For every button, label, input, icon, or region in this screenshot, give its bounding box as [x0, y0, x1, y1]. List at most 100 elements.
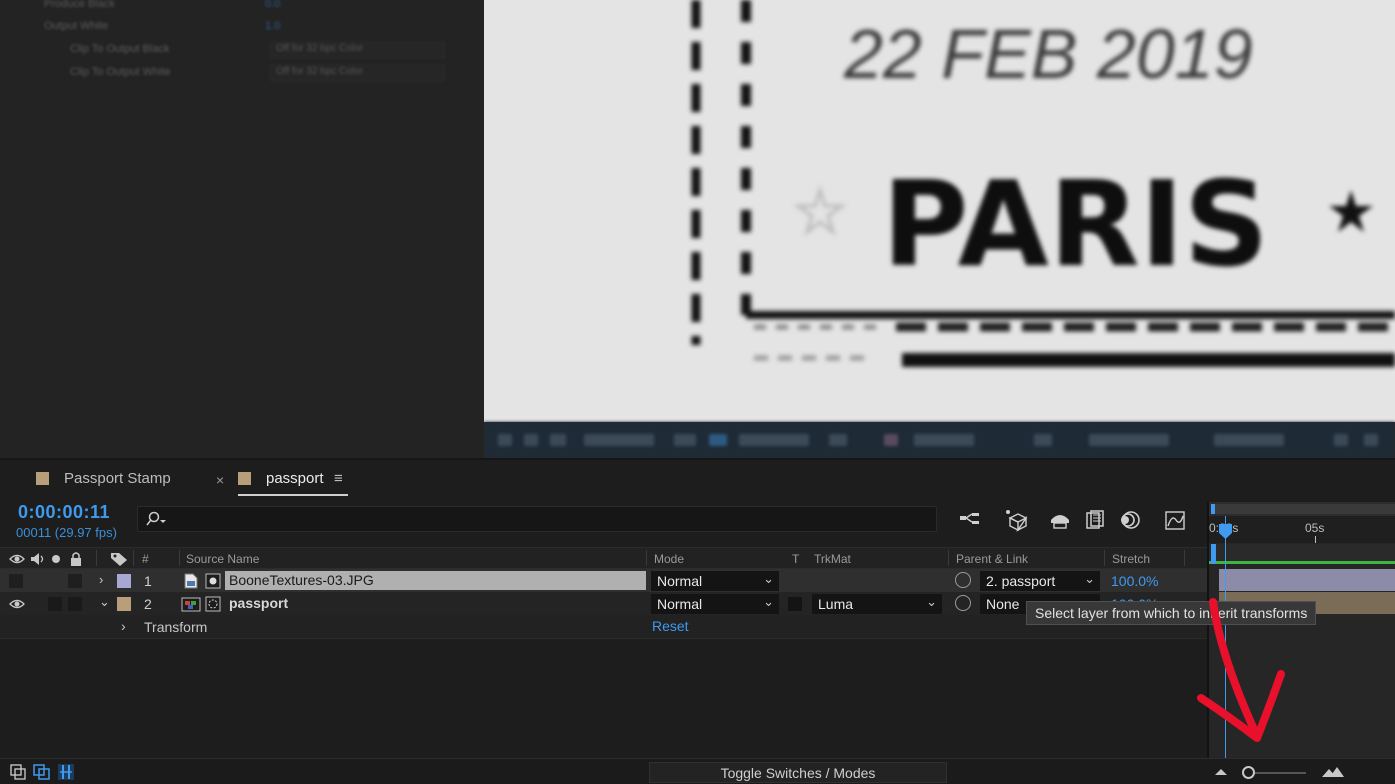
graph-editor-icon[interactable] [1162, 508, 1188, 532]
parent-dropdown[interactable]: 2. passport ⌄ [980, 571, 1100, 591]
effect-row: Clip To Output Black Off for 32 bpc Colo… [0, 39, 484, 61]
precomp-icon [181, 597, 201, 612]
layer-switches-icon[interactable] [10, 764, 26, 780]
timeline-footer: Toggle Switches / Modes [0, 758, 1395, 784]
layer-source-name[interactable]: passport [225, 594, 288, 613]
chevron-down-icon: ⌄ [1084, 571, 1095, 586]
work-area-bar[interactable] [1209, 544, 1395, 564]
pick-whip-icon[interactable] [955, 572, 971, 588]
chevron-down-icon[interactable]: ⌄ [99, 594, 110, 610]
effect-row-value[interactable]: 0.0 [265, 0, 280, 10]
label-tag-icon[interactable] [110, 551, 128, 567]
layer-switch-icon[interactable] [205, 573, 221, 589]
layer-source-name[interactable]: BooneTextures-03.JPG [225, 571, 646, 590]
column-mode[interactable]: Mode [654, 552, 684, 566]
effect-row-label: Output White [44, 20, 109, 32]
draft-3d-icon[interactable] [1002, 508, 1028, 532]
column-divider[interactable] [948, 550, 949, 566]
layer-row[interactable]: › 1 BooneTextures-03.JPG Normal ⌄ 2. pas… [0, 569, 1207, 592]
mode-dropdown[interactable]: Normal ⌄ [651, 571, 779, 591]
composition-mini-flowchart-icon[interactable] [957, 508, 983, 532]
effect-row-dropdown[interactable]: Off for 32 bpc Color [270, 42, 445, 58]
viewer-resolution[interactable] [914, 434, 974, 446]
column-divider[interactable] [646, 550, 647, 566]
viewer-tool[interactable] [498, 434, 512, 446]
mode-value: Normal [657, 596, 703, 612]
effect-row-dropdown[interactable]: Off for 32 bpc Color [270, 65, 445, 81]
time-ruler[interactable]: 0:00s 05s [1209, 516, 1395, 543]
column-source-name[interactable]: Source Name [186, 552, 259, 566]
viewer-tool[interactable] [829, 434, 847, 446]
trkmat-dropdown[interactable]: Luma ⌄ [812, 594, 942, 614]
viewer-tool[interactable] [1334, 434, 1348, 446]
preserve-transparency-checkbox[interactable] [788, 597, 802, 611]
viewer-tool[interactable] [1364, 434, 1378, 446]
audio-icon[interactable] [29, 551, 45, 567]
mode-dropdown[interactable]: Normal ⌄ [651, 594, 779, 614]
layer-label-color[interactable] [117, 597, 131, 611]
viewer-timecode[interactable] [739, 434, 809, 446]
column-divider[interactable] [96, 550, 97, 566]
layer-label-color[interactable] [117, 574, 131, 588]
red-arrow-annotation [1197, 598, 1285, 742]
zoom-slider-track[interactable] [1248, 772, 1306, 774]
pick-whip-icon[interactable] [955, 595, 971, 611]
eye-icon[interactable] [9, 553, 25, 565]
stretch-value[interactable]: 100.0% [1111, 573, 1158, 589]
effect-row: Clip To Output White Off for 32 bpc Colo… [0, 62, 484, 84]
composition-canvas[interactable]: 22 FEB 2019 PARIS [484, 0, 1395, 422]
effect-row: Output White 1.0 [0, 16, 484, 38]
frame-blending-icon[interactable] [1082, 508, 1108, 532]
in-out-duration-icon[interactable] [57, 763, 75, 781]
chevron-right-icon[interactable]: › [121, 618, 126, 634]
column-divider[interactable] [1184, 550, 1185, 566]
tab-passport[interactable]: passport ≡ [238, 470, 348, 496]
layer-duration-bar[interactable] [1219, 569, 1395, 591]
effect-row-value[interactable]: 1.0 [265, 20, 280, 32]
zoom-out-icon[interactable] [1214, 766, 1228, 776]
eye-icon[interactable] [9, 598, 25, 610]
stamp-city-text: PARIS [882, 155, 1269, 293]
column-stretch[interactable]: Stretch [1112, 552, 1150, 566]
current-time-display[interactable]: 0:00:00:11 [18, 502, 110, 523]
viewer-tool[interactable] [550, 434, 566, 446]
viewer-tool[interactable] [709, 434, 727, 446]
column-trkmat[interactable]: TrkMat [814, 552, 851, 566]
close-icon[interactable]: × [216, 472, 224, 488]
column-number[interactable]: # [142, 552, 149, 566]
toggle-switches-modes-button[interactable]: Toggle Switches / Modes [649, 762, 947, 783]
solo-switch[interactable] [48, 597, 62, 611]
time-navigator-handle[interactable] [1211, 504, 1395, 514]
layer-search-input[interactable] [137, 506, 937, 532]
lock-icon[interactable] [69, 551, 83, 567]
viewer-views[interactable] [1214, 434, 1284, 446]
playhead-handle-icon[interactable] [1218, 524, 1233, 540]
chevron-right-icon[interactable]: › [99, 572, 103, 587]
solo-icon[interactable] [51, 554, 61, 564]
viewer-tool[interactable] [524, 434, 538, 446]
column-parent-link[interactable]: Parent & Link [956, 552, 1028, 566]
time-navigator[interactable] [1209, 502, 1395, 516]
column-divider[interactable] [133, 550, 134, 566]
collapse-transformations-icon[interactable] [205, 596, 221, 612]
reset-link[interactable]: Reset [652, 618, 689, 634]
zoom-in-icon[interactable] [1321, 764, 1345, 778]
column-divider[interactable] [1104, 550, 1105, 566]
lock-switch[interactable] [68, 597, 82, 611]
composition-viewer[interactable]: 22 FEB 2019 PARIS [484, 0, 1395, 458]
column-preserve-transparency[interactable]: T [792, 552, 799, 566]
viewer-magnification[interactable] [584, 434, 654, 446]
work-area-start[interactable] [1211, 544, 1216, 564]
zoom-slider-thumb[interactable] [1242, 766, 1255, 779]
panel-menu-icon[interactable]: ≡ [334, 470, 343, 487]
video-switch[interactable] [9, 574, 23, 588]
viewer-camera[interactable] [1089, 434, 1169, 446]
viewer-tool[interactable] [884, 434, 898, 446]
lock-switch[interactable] [68, 574, 82, 588]
viewer-tool[interactable] [1034, 434, 1052, 446]
hide-shy-layers-icon[interactable] [1047, 508, 1073, 532]
motion-blur-icon[interactable] [1117, 508, 1143, 532]
transfer-controls-icon[interactable] [33, 764, 51, 780]
column-divider[interactable] [179, 550, 180, 566]
viewer-tool[interactable] [674, 434, 696, 446]
